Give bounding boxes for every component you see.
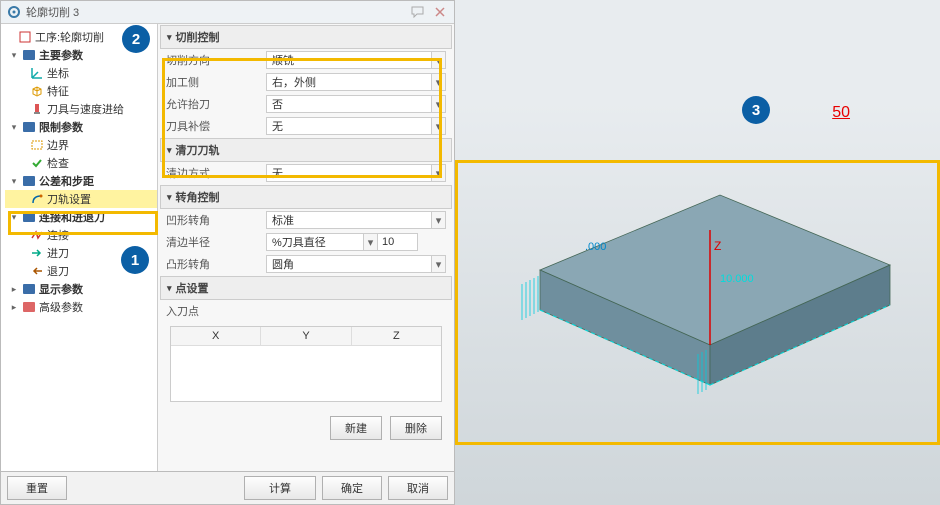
folder-icon [22, 120, 36, 134]
group-corner[interactable]: ▾转角控制 [160, 185, 452, 209]
tree-feature[interactable]: 特征 [5, 82, 157, 100]
app-window: 轮廓切削 3 工序:轮廓切削 ▾ 主要参数 [0, 0, 940, 505]
new-button[interactable]: 新建 [330, 416, 382, 440]
annotation-3: 3 [742, 96, 770, 124]
clean-radius-value-input[interactable]: 10 [378, 233, 418, 251]
highlight-toolpath-settings [8, 211, 158, 235]
delete-button[interactable]: 删除 [390, 416, 442, 440]
approach-icon [30, 246, 44, 260]
tree-coord[interactable]: 坐标 [5, 64, 157, 82]
row-convex: 凸形转角 圆角 ▾ [160, 253, 452, 275]
box-icon [22, 174, 36, 188]
close-icon[interactable] [432, 5, 448, 19]
folder-icon [22, 48, 36, 62]
svg-text:10.000: 10.000 [720, 273, 754, 285]
3d-model: Z 10.000 .000 [470, 170, 900, 440]
tool-icon [30, 102, 44, 116]
row-clean-radius: 清边半径 %刀具直径 ▾ 10 [160, 231, 452, 253]
comment-icon[interactable] [410, 5, 426, 19]
svg-text:Z: Z [714, 239, 721, 253]
window-title: 轮廓切削 3 [26, 4, 410, 20]
tree-advanced-params[interactable]: ▸ 高级参数 [5, 298, 157, 316]
viewport-dimension: 50 [832, 104, 850, 122]
tree-toolpath-settings[interactable]: 刀轨设置 [5, 190, 157, 208]
annotation-2: 2 [122, 25, 150, 53]
bottom-bar: 重置 计算 确定 取消 [1, 471, 454, 504]
dropdown-arrow-icon[interactable]: ▾ [432, 255, 446, 273]
col-z: Z [352, 327, 441, 345]
3d-viewport[interactable]: 50 Z 10.000 .000 [455, 0, 940, 505]
path-icon [30, 192, 44, 206]
retract-icon [30, 264, 44, 278]
col-y: Y [261, 327, 351, 345]
folder-icon [22, 300, 36, 314]
annotation-1: 1 [121, 246, 149, 274]
col-x: X [171, 327, 261, 345]
point-table-body[interactable] [171, 346, 441, 401]
check-icon [30, 156, 44, 170]
tree-limit-params[interactable]: ▾ 限制参数 [5, 118, 157, 136]
clean-radius-type-select[interactable]: %刀具直径 [266, 233, 364, 251]
calc-button[interactable]: 计算 [244, 476, 316, 500]
boundary-icon [30, 138, 44, 152]
convex-select[interactable]: 圆角 [266, 255, 432, 273]
tree-tolerance[interactable]: ▾ 公差和步距 [5, 172, 157, 190]
gear-icon [7, 5, 21, 19]
cube-icon [30, 84, 44, 98]
tree-boundary[interactable]: 边界 [5, 136, 157, 154]
operation-icon [18, 30, 32, 44]
ok-button[interactable]: 确定 [322, 476, 382, 500]
axis-icon [30, 66, 44, 80]
tree-display-params[interactable]: ▸ 显示参数 [5, 280, 157, 298]
tree-tool[interactable]: 刀具与速度进给 [5, 100, 157, 118]
title-bar: 轮廓切削 3 [1, 1, 454, 24]
row-concave: 凹形转角 标准 ▾ [160, 209, 452, 231]
tree-check[interactable]: 检查 [5, 154, 157, 172]
row-entry-point: 入刀点 [160, 300, 452, 322]
svg-text:.000: .000 [585, 241, 606, 253]
dropdown-arrow-icon[interactable]: ▾ [432, 211, 446, 229]
cancel-button[interactable]: 取消 [388, 476, 448, 500]
point-table: X Y Z [170, 326, 442, 402]
group-point[interactable]: ▾点设置 [160, 276, 452, 300]
folder-icon [22, 282, 36, 296]
reset-button[interactable]: 重置 [7, 476, 67, 500]
dropdown-arrow-icon[interactable]: ▾ [364, 233, 378, 251]
highlight-cut-control [162, 58, 442, 178]
concave-select[interactable]: 标准 [266, 211, 432, 229]
group-cut-control[interactable]: ▾切削控制 [160, 25, 452, 49]
